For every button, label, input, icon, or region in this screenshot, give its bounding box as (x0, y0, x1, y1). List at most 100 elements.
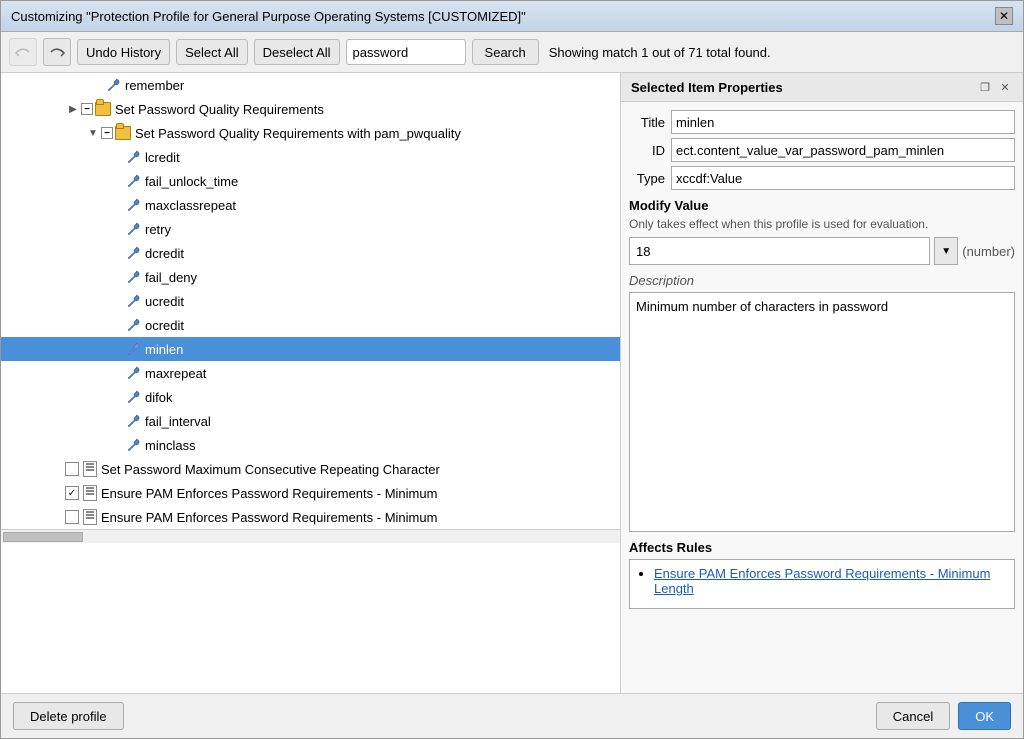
restore-button[interactable]: ❐ (977, 79, 993, 95)
search-button[interactable]: Search (472, 39, 539, 65)
tree-item-difok-label: difok (145, 390, 172, 405)
tree-item-pam-label: Set Password Quality Requirements with p… (135, 126, 461, 141)
checkbox-set-pass-max[interactable] (65, 462, 79, 476)
doc-icon-ensure-pam-2 (83, 509, 97, 525)
tree-scrollbar-horizontal[interactable] (1, 529, 620, 543)
footer: Delete profile Cancel OK (1, 693, 1023, 738)
tree-item-minclass[interactable]: minclass (1, 433, 620, 457)
select-all-button[interactable]: Select All (176, 39, 247, 65)
cancel-button[interactable]: Cancel (876, 702, 950, 730)
tree-item-fail-unlock-label: fail_unlock_time (145, 174, 238, 189)
search-input[interactable] (346, 39, 466, 65)
redo-button[interactable] (43, 38, 71, 66)
tree-item-minlen[interactable]: minlen (1, 337, 620, 361)
type-row: Type (629, 166, 1015, 190)
wrench-icon-maxclass (125, 197, 141, 213)
wrench-icon-lcredit (125, 149, 141, 165)
tree-item-maxrepeat[interactable]: maxrepeat (1, 361, 620, 385)
description-label: Description (629, 273, 1015, 288)
tree-item-ensure-pam-2[interactable]: Ensure PAM Enforces Password Requirement… (1, 505, 620, 529)
checkbox-ensure-pam-1[interactable]: ✓ (65, 486, 79, 500)
tree-item-ucredit-label: ucredit (145, 294, 184, 309)
wrench-icon-minclass (125, 437, 141, 453)
affects-rules-link[interactable]: Ensure PAM Enforces Password Requirement… (654, 566, 990, 596)
affects-rules-section: Affects Rules Ensure PAM Enforces Passwo… (621, 540, 1023, 617)
affects-rules-box: Ensure PAM Enforces Password Requirement… (629, 559, 1015, 609)
id-input[interactable] (671, 138, 1015, 162)
undo-icon (15, 44, 31, 60)
right-panel-header: Selected Item Properties ❐ ✕ (621, 73, 1023, 102)
toolbar: Undo History Select All Deselect All Sea… (1, 32, 1023, 73)
tree-item-fail-deny-label: fail_deny (145, 270, 197, 285)
modify-value-subtitle: Only takes effect when this profile is u… (629, 217, 1015, 231)
ok-button[interactable]: OK (958, 702, 1011, 730)
undo-history-button[interactable]: Undo History (77, 39, 170, 65)
wrench-icon (105, 77, 121, 93)
tree-item-minclass-label: minclass (145, 438, 196, 453)
tree-item-lcredit[interactable]: lcredit (1, 145, 620, 169)
redo-icon (49, 44, 65, 60)
close-button[interactable]: ✕ (995, 7, 1013, 25)
value-unit: (number) (962, 244, 1015, 259)
tree-item-ocredit-label: ocredit (145, 318, 184, 333)
tree-item-minlen-label: minlen (145, 342, 183, 357)
tree-item-ensure-pam-1[interactable]: ✓ Ensure PAM Enforces Password Requireme… (1, 481, 620, 505)
expand-toggle[interactable]: ▼ (85, 125, 101, 141)
type-input[interactable] (671, 166, 1015, 190)
wrench-icon-faildeny (125, 269, 141, 285)
wrench-icon-ucredit (125, 293, 141, 309)
tree-item-maxclassrepeat-label: maxclassrepeat (145, 198, 236, 213)
title-input[interactable] (671, 110, 1015, 134)
tree-item-retry-label: retry (145, 222, 171, 237)
wrench-icon-dcredit (125, 245, 141, 261)
folder-icon (95, 102, 111, 116)
tree-item-difok[interactable]: difok (1, 385, 620, 409)
delete-profile-button[interactable]: Delete profile (13, 702, 124, 730)
tree-item-dcredit-label: dcredit (145, 246, 184, 261)
collapse-toggle[interactable]: ▶ (65, 101, 81, 117)
tree-item-ucredit[interactable]: ucredit (1, 289, 620, 313)
wrench-icon-minlen (125, 341, 141, 357)
tree-item-maxclassrepeat[interactable]: maxclassrepeat (1, 193, 620, 217)
tree-item-retry[interactable]: retry (1, 217, 620, 241)
title-label: Title (629, 115, 665, 130)
tree-scrollbar-thumb[interactable] (3, 532, 83, 542)
description-box: Minimum number of characters in password (629, 292, 1015, 532)
properties-grid: Title ID Type (621, 102, 1023, 198)
right-panel-icons: ❐ ✕ (977, 79, 1013, 95)
right-panel-title: Selected Item Properties (631, 80, 783, 95)
undo-button[interactable] (9, 38, 37, 66)
tree-item-lcredit-label: lcredit (145, 150, 180, 165)
tree-item-set-pass-max-label: Set Password Maximum Consecutive Repeati… (101, 462, 440, 477)
main-content: remember ▶ − Set Password Quality Requir… (1, 73, 1023, 693)
wrench-icon-difok (125, 389, 141, 405)
search-status: Showing match 1 out of 71 total found. (549, 45, 771, 60)
deselect-all-button[interactable]: Deselect All (254, 39, 340, 65)
folder-icon-pam (115, 126, 131, 140)
checkbox-ensure-pam-2[interactable] (65, 510, 79, 524)
value-dropdown-button[interactable]: ▼ (934, 237, 958, 265)
minus-icon: − (81, 103, 93, 115)
tree-item-fail-deny[interactable]: fail_deny (1, 265, 620, 289)
tree-item-remember-label: remember (125, 78, 184, 93)
title-row: Title (629, 110, 1015, 134)
tree-item-set-password-quality[interactable]: ▶ − Set Password Quality Requirements (1, 97, 620, 121)
panel-close-button[interactable]: ✕ (997, 79, 1013, 95)
value-row: ▼ (number) (629, 237, 1015, 265)
modify-value-title: Modify Value (629, 198, 1015, 213)
tree-item-fail-interval[interactable]: fail_interval (1, 409, 620, 433)
tree-panel[interactable]: remember ▶ − Set Password Quality Requir… (1, 73, 621, 693)
tree-item-fail-unlock-time[interactable]: fail_unlock_time (1, 169, 620, 193)
footer-left: Delete profile (13, 702, 124, 730)
value-input[interactable] (629, 237, 930, 265)
wrench-icon-failunlock (125, 173, 141, 189)
tree-item-remember[interactable]: remember (1, 73, 620, 97)
description-section: Description Minimum number of characters… (621, 273, 1023, 540)
tree-item-fail-interval-label: fail_interval (145, 414, 211, 429)
tree-item-dcredit[interactable]: dcredit (1, 241, 620, 265)
tree-item-set-pass-max-consec[interactable]: Set Password Maximum Consecutive Repeati… (1, 457, 620, 481)
affects-rules-label: Affects Rules (629, 540, 1015, 555)
tree-item-ocredit[interactable]: ocredit (1, 313, 620, 337)
doc-icon-ensure-pam-1 (83, 485, 97, 501)
tree-item-set-password-quality-pam[interactable]: ▼ − Set Password Quality Requirements wi… (1, 121, 620, 145)
